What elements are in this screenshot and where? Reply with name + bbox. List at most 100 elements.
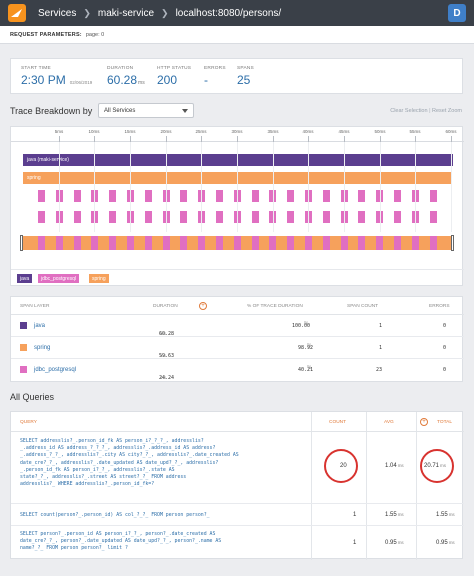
minimap-right-handle[interactable] <box>451 235 454 251</box>
gridline <box>130 142 131 232</box>
minimap-left-handle[interactable] <box>20 235 23 251</box>
layer-name[interactable]: spring <box>34 345 50 351</box>
layer-duration-unit: ms <box>160 353 166 358</box>
spans-value: 25 <box>237 73 251 87</box>
col-errors[interactable]: ERRORS <box>429 304 450 309</box>
percent-sign: % <box>304 321 309 327</box>
errors-stat: ERRORS - <box>204 66 226 87</box>
gridline <box>201 142 202 232</box>
legend-jdbc-postgresql[interactable]: jdbc_postgresql <box>38 274 80 283</box>
duration-value: 60.28 <box>107 73 138 87</box>
gridline <box>94 142 95 232</box>
breadcrumb-endpoint[interactable]: localhost:8080/persons/ <box>176 8 282 19</box>
gridline <box>380 142 381 232</box>
span-bar-jdbc[interactable] <box>73 211 81 223</box>
span-bar-spring-label: spring <box>27 175 41 181</box>
add-column-icon[interactable]: + <box>420 418 428 426</box>
query-row[interactable]: SELECT addresslis?_.person_id_fk AS pers… <box>11 432 464 504</box>
all-queries-title: All Queries <box>10 392 55 402</box>
breakdown-select-value: All Services <box>104 107 136 114</box>
span-bar-jdbc[interactable] <box>429 190 437 202</box>
clear-selection-link[interactable]: Clear Selection <box>390 108 427 114</box>
span-bar-jdbc[interactable] <box>180 190 188 202</box>
percent-sign: % <box>307 343 312 349</box>
legend-spring[interactable]: spring <box>89 274 109 283</box>
span-bar-jdbc[interactable] <box>251 211 259 223</box>
span-bar-jdbc[interactable] <box>109 211 117 223</box>
col-duration[interactable]: DURATION <box>153 304 178 309</box>
col-span-count[interactable]: SPAN COUNT <box>347 304 378 309</box>
highlight-circle <box>420 449 454 483</box>
errors-label: ERRORS <box>204 66 226 71</box>
span-bar-jdbc[interactable] <box>180 211 188 223</box>
user-avatar[interactable]: D <box>448 4 466 22</box>
span-bar-jdbc[interactable] <box>73 190 81 202</box>
layer-duration-unit: ms <box>160 375 166 380</box>
col-avg[interactable]: AVG <box>384 420 394 425</box>
span-bar-jdbc[interactable] <box>216 211 223 223</box>
layer-errors: 0 <box>443 367 447 373</box>
legend-java[interactable]: java <box>17 274 33 283</box>
span-bar-jdbc[interactable] <box>358 211 366 223</box>
time-ruler: 5ms 10ms 15ms 20ms 25ms 30ms 35ms 40ms 45ms 50ms 5… <box>11 127 464 142</box>
layer-color-swatch <box>20 344 27 351</box>
span-bar-jdbc[interactable] <box>38 211 45 223</box>
col-count[interactable]: COUNT <box>329 420 346 425</box>
span-bar-jdbc[interactable] <box>322 190 330 202</box>
span-layer-row[interactable]: jdbc_postgresql 24.24 ms 40.21 % 23 0 <box>11 359 464 381</box>
layer-errors: 0 <box>443 345 447 351</box>
query-row[interactable]: SELECT person?_.person_id AS person_i?_?… <box>11 526 464 560</box>
query-sql[interactable]: SELECT person?_.person_id AS person_i?_?… <box>20 531 221 553</box>
breadcrumb-service[interactable]: maki-service <box>98 8 154 19</box>
span-bar-jdbc[interactable] <box>394 190 401 202</box>
gridline <box>308 142 309 232</box>
col-pct-trace[interactable]: % OF TRACE DURATION <box>247 304 303 309</box>
trace-waterfall-chart[interactable]: 5ms 10ms 15ms 20ms 25ms 30ms 35ms 40ms 45ms 50ms 5… <box>10 126 464 286</box>
minimap-jdbc-segment <box>127 236 134 250</box>
query-sql[interactable]: SELECT count(person?_.person_id) AS col_… <box>20 512 210 519</box>
breadcrumb-services[interactable]: Services <box>38 8 76 19</box>
span-bar-java[interactable]: java (maki-service) <box>23 154 453 166</box>
span-bar-jdbc[interactable] <box>322 211 330 223</box>
span-bar-jdbc[interactable] <box>216 190 223 202</box>
span-layer-row[interactable]: java 60.28 ms 100.00 % 1 0 <box>11 315 464 337</box>
col-span-layer[interactable]: SPAN LAYER <box>20 304 49 309</box>
minimap-jdbc-segment <box>162 236 170 250</box>
layer-name[interactable]: jdbc_postgresql <box>34 367 76 373</box>
span-bar-jdbc[interactable] <box>287 190 295 202</box>
legend-spring-label: spring <box>92 275 106 282</box>
span-bar-jdbc[interactable] <box>287 211 295 223</box>
span-bar-jdbc[interactable] <box>358 190 366 202</box>
query-avg: 1.04 <box>385 463 397 469</box>
layer-errors: 0 <box>443 323 447 329</box>
start-time-label: START TIME <box>21 66 51 71</box>
span-layer-row[interactable]: spring 59.63 ms 98.92 % 1 0 <box>11 337 464 359</box>
span-bar-jdbc[interactable] <box>394 211 401 223</box>
query-total-unit: ms <box>448 512 455 517</box>
span-bar-jdbc[interactable] <box>251 190 259 202</box>
http-status-stat: HTTP STATUS 200 <box>157 66 191 87</box>
add-column-icon[interactable]: + <box>199 302 207 310</box>
span-bar-jdbc[interactable] <box>38 190 45 202</box>
span-bar-jdbc[interactable] <box>109 190 117 202</box>
solarwinds-logo-icon[interactable] <box>8 4 26 22</box>
query-row[interactable]: SELECT count(person?_.person_id) AS col_… <box>11 504 464 526</box>
col-query[interactable]: QUERY <box>20 420 37 425</box>
minimap-jdbc-segment <box>251 236 259 250</box>
span-bar-jdbc[interactable] <box>144 211 152 223</box>
span-bar-jdbc[interactable] <box>144 190 152 202</box>
layer-name[interactable]: java <box>34 323 45 329</box>
query-sql[interactable]: SELECT addresslis?_.person_id_fk AS pers… <box>20 438 239 488</box>
reset-zoom-link[interactable]: Reset Zoom <box>432 108 462 114</box>
breakdown-service-select[interactable]: All Services <box>98 103 194 118</box>
minimap-jdbc-segment <box>198 236 206 250</box>
breadcrumb: Services ❯ maki-service ❯ localhost:8080… <box>38 8 281 19</box>
gridline <box>344 142 345 232</box>
span-layer-table-header: SPAN LAYER DURATION + % OF TRACE DURATIO… <box>11 297 464 315</box>
minimap-jdbc-segment <box>340 236 348 250</box>
duration-stat: DURATION 60.28ms <box>107 66 145 87</box>
minimap-jdbc-segment <box>394 236 401 250</box>
col-total[interactable]: TOTAL <box>437 420 452 425</box>
layer-count: 23 <box>376 367 383 373</box>
span-bar-jdbc[interactable] <box>429 211 437 223</box>
